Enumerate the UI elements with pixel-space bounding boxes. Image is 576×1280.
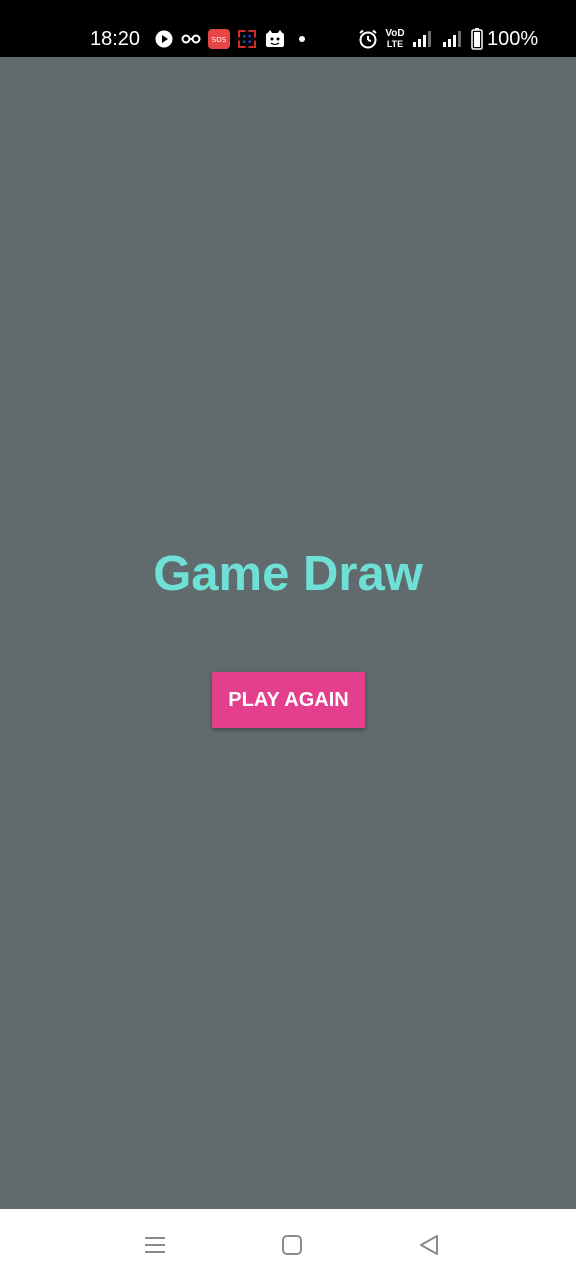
sos-label: SOS (212, 36, 227, 44)
status-bar: 18:20 SOS VoD LTE 100% (0, 0, 576, 57)
battery-icon (470, 28, 484, 50)
dot-icon (296, 28, 308, 50)
volte-label-bottom: LTE (386, 39, 404, 49)
calendar-icon (237, 28, 257, 50)
alarm-icon (357, 28, 379, 50)
play-icon (154, 28, 174, 50)
volte-icon: VoD LTE (384, 28, 406, 50)
glasses-icon (181, 28, 201, 50)
back-icon[interactable] (415, 1231, 443, 1259)
navigation-bar (0, 1209, 576, 1280)
sos-icon: SOS (208, 28, 230, 50)
cat-icon (264, 28, 286, 50)
home-icon[interactable] (278, 1231, 306, 1259)
signal-icon (441, 28, 465, 50)
volte-label-top: VoD (385, 28, 405, 39)
game-screen: Game Draw PLAY AGAIN (0, 57, 576, 1209)
status-time: 18:20 (90, 28, 141, 50)
play-again-button[interactable]: PLAY AGAIN (212, 672, 365, 728)
menu-icon[interactable] (141, 1231, 169, 1259)
signal-icon (411, 28, 435, 50)
battery-percent: 100% (487, 28, 539, 50)
game-result-title: Game Draw (153, 547, 423, 601)
